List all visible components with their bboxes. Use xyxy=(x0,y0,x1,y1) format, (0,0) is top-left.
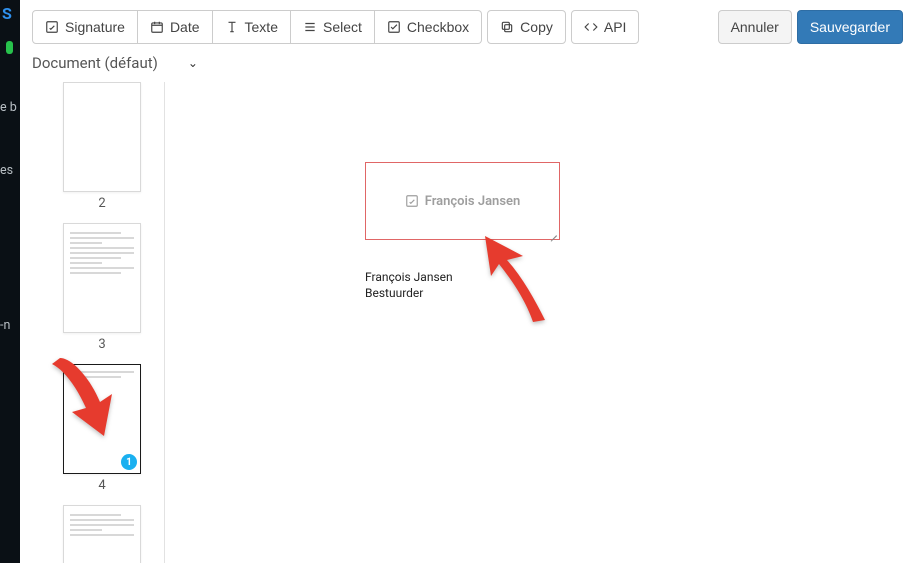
field-type-group: Signature Date Texte Select Checkbox xyxy=(32,10,482,44)
signature-caption: François Jansen Bestuurder xyxy=(365,270,453,301)
thumb-item: 3 xyxy=(40,223,164,352)
text-icon xyxy=(225,20,239,34)
annotation-arrow-field xyxy=(475,230,570,330)
copy-icon xyxy=(500,20,514,34)
canvas-wrap: François Jansen François Jansen Bestuurd… xyxy=(164,82,915,563)
caption-role: Bestuurder xyxy=(365,286,453,302)
signature-field-label: François Jansen xyxy=(425,194,521,209)
cancel-label: Annuler xyxy=(731,19,779,35)
thumb-num: 4 xyxy=(40,478,164,493)
level-label: Document (défaut) xyxy=(32,54,158,72)
page-thumbnails: 2 3 1 4 xyxy=(20,82,164,563)
signature-tool-button[interactable]: Signature xyxy=(32,10,138,44)
thumb-item: 2 xyxy=(40,82,164,211)
background-pill xyxy=(6,41,13,54)
cancel-button[interactable]: Annuler xyxy=(718,10,792,44)
bg-text-1: e b xyxy=(0,100,20,115)
select-tool-label: Select xyxy=(323,19,362,35)
resize-handle[interactable] xyxy=(547,227,557,237)
main-area: 2 3 1 4 xyxy=(20,82,915,563)
thumb-page-5[interactable] xyxy=(63,505,141,563)
checkbox-tool-label: Checkbox xyxy=(407,19,469,35)
select-tool-button[interactable]: Select xyxy=(291,10,375,44)
copy-label: Copy xyxy=(520,19,553,35)
app-logo-letter: S xyxy=(0,4,20,23)
bg-text-2: es xyxy=(0,163,20,178)
chevron-down-icon: ⌄ xyxy=(188,56,198,70)
code-icon xyxy=(584,20,598,34)
checkbox-icon xyxy=(387,20,401,34)
signature-tool-label: Signature xyxy=(65,19,125,35)
thumb-page-3[interactable] xyxy=(63,223,141,333)
save-label: Sauvegarder xyxy=(810,19,890,35)
page-canvas[interactable]: François Jansen François Jansen Bestuurd… xyxy=(165,82,915,563)
text-tool-button[interactable]: Texte xyxy=(213,10,291,44)
background-app-strip: S e b es -n xyxy=(0,0,20,563)
pencil-square-icon xyxy=(45,20,59,34)
thumb-item: 1 4 xyxy=(40,364,164,493)
date-tool-label: Date xyxy=(170,19,200,35)
thumb-num: 3 xyxy=(40,337,164,352)
editor-app: Signature Date Texte Select Checkbox Cop… xyxy=(20,0,915,563)
checkbox-tool-button[interactable]: Checkbox xyxy=(375,10,482,44)
api-button[interactable]: API xyxy=(571,10,640,44)
list-icon xyxy=(303,20,317,34)
thumb-field-count-badge: 1 xyxy=(121,454,137,470)
save-button[interactable]: Sauvegarder xyxy=(797,10,903,44)
pencil-square-icon xyxy=(405,194,419,208)
thumb-item xyxy=(40,505,164,563)
thumb-page-2[interactable] xyxy=(63,82,141,192)
date-tool-button[interactable]: Date xyxy=(138,10,213,44)
bg-text-3: -n xyxy=(0,318,20,333)
toolbar: Signature Date Texte Select Checkbox Cop… xyxy=(20,0,915,52)
caption-name: François Jansen xyxy=(365,270,453,286)
text-tool-label: Texte xyxy=(245,19,278,35)
thumb-num: 2 xyxy=(40,196,164,211)
level-dropdown[interactable]: Document (défaut) ⌄ xyxy=(32,54,198,72)
api-label: API xyxy=(604,19,627,35)
level-row: Document (défaut) ⌄ xyxy=(20,52,915,82)
copy-button[interactable]: Copy xyxy=(487,10,566,44)
signature-field[interactable]: François Jansen xyxy=(365,162,560,240)
thumb-page-4[interactable]: 1 xyxy=(63,364,141,474)
calendar-icon xyxy=(150,20,164,34)
